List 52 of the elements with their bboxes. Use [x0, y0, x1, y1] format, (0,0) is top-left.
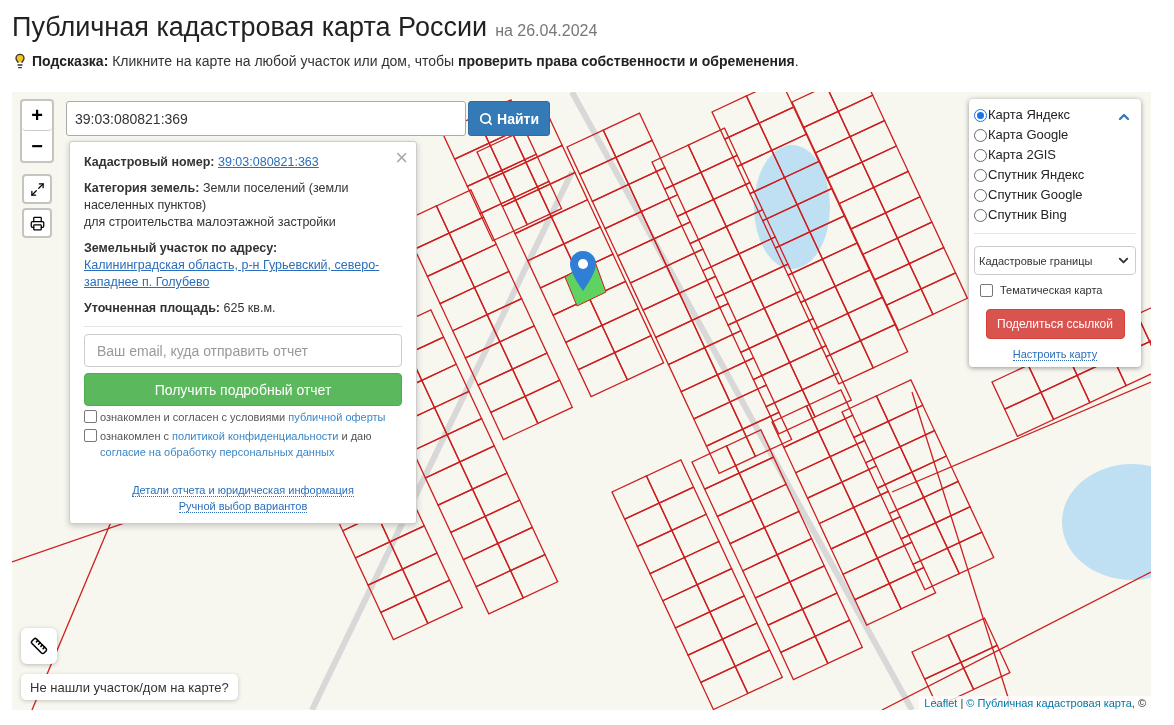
attribution-link[interactable]: © Публичная кадастровая карта [966, 697, 1132, 709]
date-text: на 26.04.2024 [495, 22, 598, 40]
map-type-label[interactable]: Карта Яндекс [988, 105, 1071, 125]
consent-link[interactable]: согласие на обработку персональных данных [100, 446, 335, 458]
parcel-info-text: Категория земель: Земли поселений (земли населенных пунктов) для строительства малоэтажной застройки [84, 180, 350, 231]
parcel-link[interactable]: Калининградская область, р-н Гурьевский, северо-западнее п. Голубево [84, 257, 388, 291]
map-type-label[interactable]: Карта Google [988, 125, 1069, 145]
expand-icon [29, 181, 45, 197]
info-link[interactable]: Ручной выбор вариантов [178, 500, 308, 513]
consent-text: ознакомлен и согласен с условиями публичной оферты [100, 410, 386, 425]
consent-text: ознакомлен с политикой конфиденциальности и даю согласие на обработку персональных данных [100, 429, 373, 460]
lightbulb-icon [12, 53, 28, 69]
map-type-label[interactable]: Карта 2GIS [988, 145, 1057, 165]
fullscreen-button[interactable] [22, 174, 52, 204]
radio-button[interactable] [974, 148, 987, 162]
parcel-info-text: Уточненная площадь: 625 кв.м. [84, 300, 277, 317]
search-field[interactable]: 39:03:080821:369 [66, 101, 466, 136]
consent-link[interactable]: политикой конфиденциальности [172, 430, 339, 442]
ruler-button[interactable] [21, 628, 57, 664]
not-found-button[interactable]: Не нашли участок/дом на карте? [21, 674, 238, 700]
attribution-text: | [959, 697, 965, 709]
attribution-text: , © [1131, 697, 1146, 709]
radio-button[interactable] [974, 168, 987, 182]
ruler-icon [30, 637, 48, 655]
map-type-label[interactable]: Спутник Google [988, 185, 1083, 205]
radio-button[interactable] [974, 208, 987, 222]
checkbox[interactable] [980, 284, 993, 297]
checkbox[interactable] [84, 410, 97, 423]
email-field[interactable]: Ваш email, куда отправить отчет [84, 334, 402, 367]
radio-button[interactable] [974, 108, 987, 122]
share-link-button[interactable]: Поделиться ссылкой [985, 309, 1125, 339]
info-link[interactable]: Детали отчета и юридическая информация [132, 484, 354, 497]
print-button[interactable] [22, 208, 52, 238]
checkbox[interactable] [84, 429, 97, 442]
find-button[interactable]: Найти [468, 101, 550, 136]
search-icon [479, 111, 493, 126]
overlay-select[interactable]: Кадастровые границы [974, 246, 1136, 275]
attribution-link[interactable]: Leaflet [924, 697, 958, 709]
printer-icon [29, 215, 45, 231]
configure-map-link[interactable]: Настроить карту [1012, 348, 1098, 361]
parcel-link[interactable]: 39:03:080821:363 [218, 155, 319, 169]
hint-text: Подсказка: Кликните на карте на любой участок или дом, чтобы проверить права собственности и обременения. [32, 53, 799, 69]
consent-link[interactable]: публичной оферты [288, 411, 386, 423]
radio-button[interactable] [974, 188, 987, 202]
parcel-info-text: Земельный участок по адресу: Калининградская область, р-н Гурьевский, северо-западнее п. Голубево [84, 240, 388, 291]
radio-button[interactable] [974, 128, 987, 142]
page-title: Публичная кадастровая карта России [12, 12, 488, 43]
thematic-map-label[interactable]: Тематическая карта [1000, 284, 1103, 296]
map-pin-icon [570, 251, 596, 291]
map-type-label[interactable]: Спутник Яндекс [988, 165, 1085, 185]
parcel-info-text: Кадастровый номер: 39:03:080821:363 [84, 154, 320, 171]
map-type-label[interactable]: Спутник Bing [988, 205, 1067, 225]
